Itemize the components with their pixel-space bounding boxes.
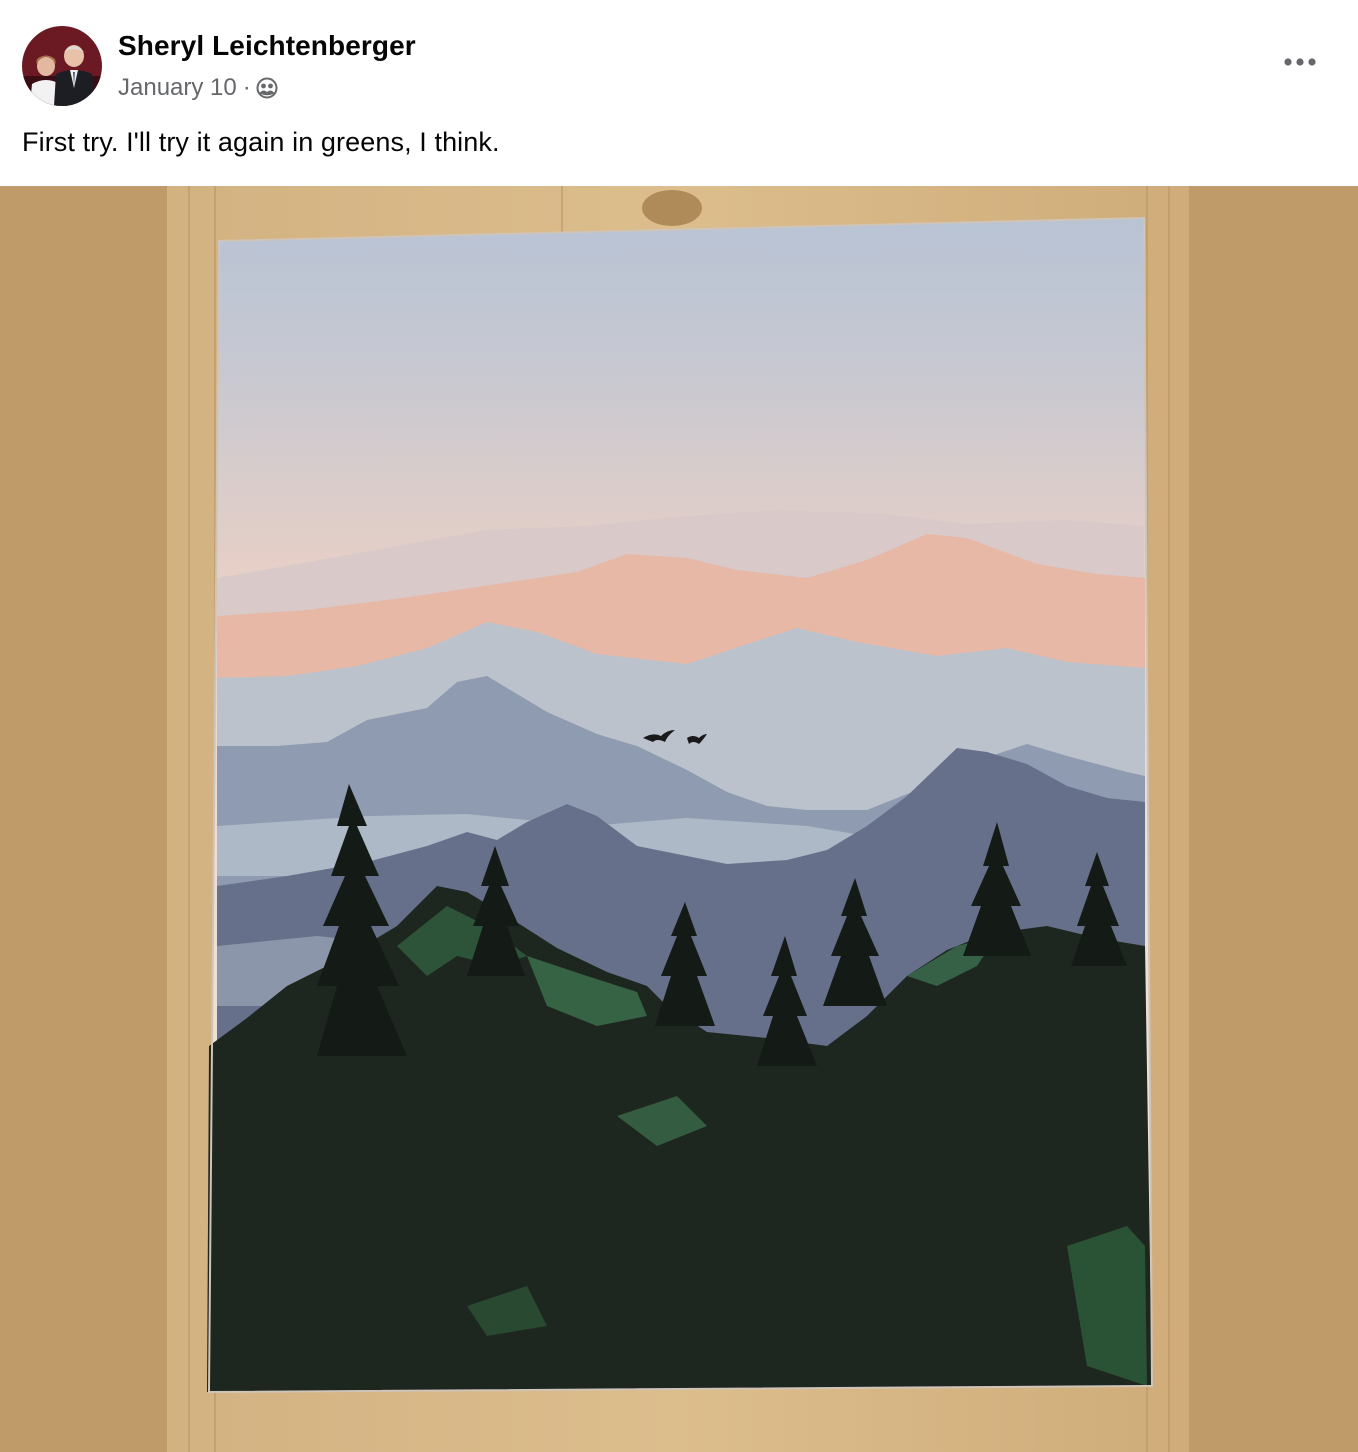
more-options-button[interactable] — [1280, 44, 1320, 80]
post-text: First try. I'll try it again in greens, … — [22, 127, 500, 157]
painting-photo[interactable] — [167, 186, 1189, 1452]
post-header: Sheryl Leichtenberger January 10 · First… — [0, 0, 1358, 186]
post-meta: January 10 · — [118, 72, 278, 104]
friends-audience-icon[interactable] — [256, 77, 278, 99]
author-avatar[interactable] — [22, 26, 102, 106]
painting-image — [167, 186, 1189, 1452]
meta-separator: · — [242, 74, 251, 101]
post-date[interactable]: January 10 — [118, 74, 237, 102]
feed-post: Sheryl Leichtenberger January 10 · First… — [0, 0, 1358, 1452]
post-media[interactable] — [0, 186, 1358, 1452]
author-name[interactable]: Sheryl Leichtenberger — [118, 30, 416, 62]
more-options-icon — [1284, 58, 1316, 66]
